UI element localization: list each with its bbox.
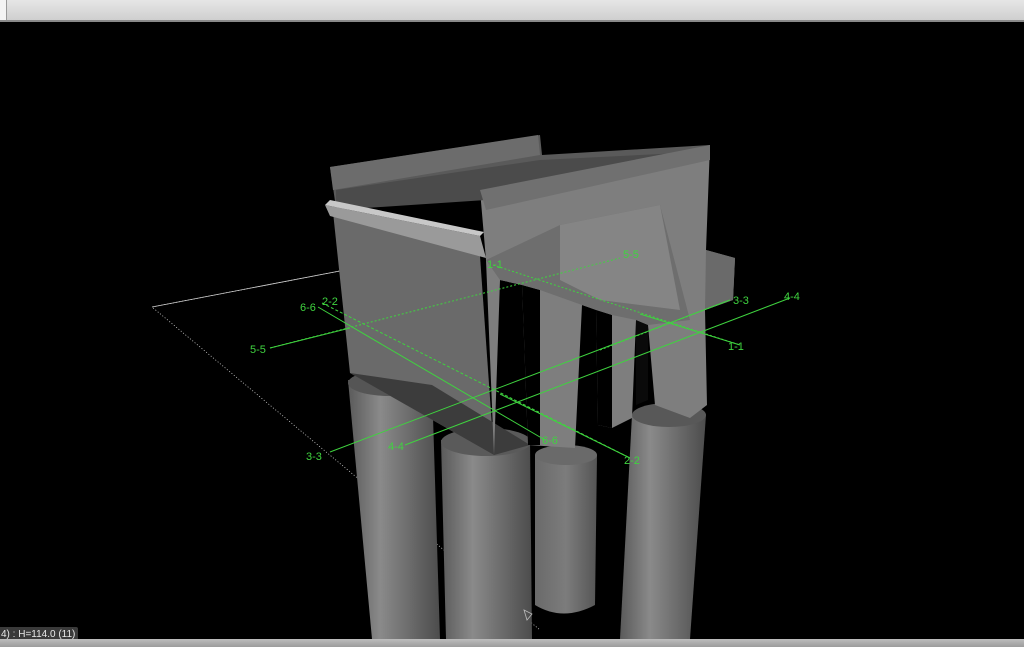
label-6-6-bottom: 6-6 [542, 435, 558, 447]
cap-right-wing [705, 250, 735, 310]
title-bar [0, 0, 1024, 22]
app-window: 1-1 1-1 2-2 2-2 3-3 3-3 4-4 4-4 5-5 5-5 … [0, 0, 1024, 647]
status-readout: 4) : H=114.0 (11) [0, 627, 79, 639]
column-front-right [620, 415, 706, 639]
label-4-4-right: 4-4 [784, 291, 800, 303]
label-2-2-top: 2-2 [322, 296, 338, 308]
label-6-6-top: 6-6 [300, 302, 316, 314]
label-4-4-left: 4-4 [388, 441, 404, 453]
section-line-5-5-solid [269, 327, 351, 349]
label-1-1-bottom: 1-1 [728, 341, 744, 353]
label-5-5-right: 5-5 [623, 249, 639, 261]
column-front-center [441, 440, 532, 639]
label-5-5-left: 5-5 [250, 344, 266, 356]
title-bar-handle [0, 0, 7, 20]
label-3-3-left: 3-3 [306, 451, 322, 463]
3d-viewport[interactable]: 1-1 1-1 2-2 2-2 3-3 3-3 4-4 4-4 5-5 5-5 … [0, 22, 1024, 639]
ground-outline-top [151, 269, 346, 308]
column-back-right-top [535, 445, 597, 465]
bottom-scrollbar[interactable] [0, 639, 1024, 647]
label-3-3-right: 3-3 [733, 295, 749, 307]
column-front-left [348, 380, 440, 639]
scene-svg: 1-1 1-1 2-2 2-2 3-3 3-3 4-4 4-4 5-5 5-5 … [151, 135, 800, 639]
label-1-1-top: 1-1 [487, 259, 503, 271]
column-back-right [535, 455, 597, 614]
label-2-2-bottom: 2-2 [624, 455, 640, 467]
opening-shadow-left [522, 285, 540, 445]
